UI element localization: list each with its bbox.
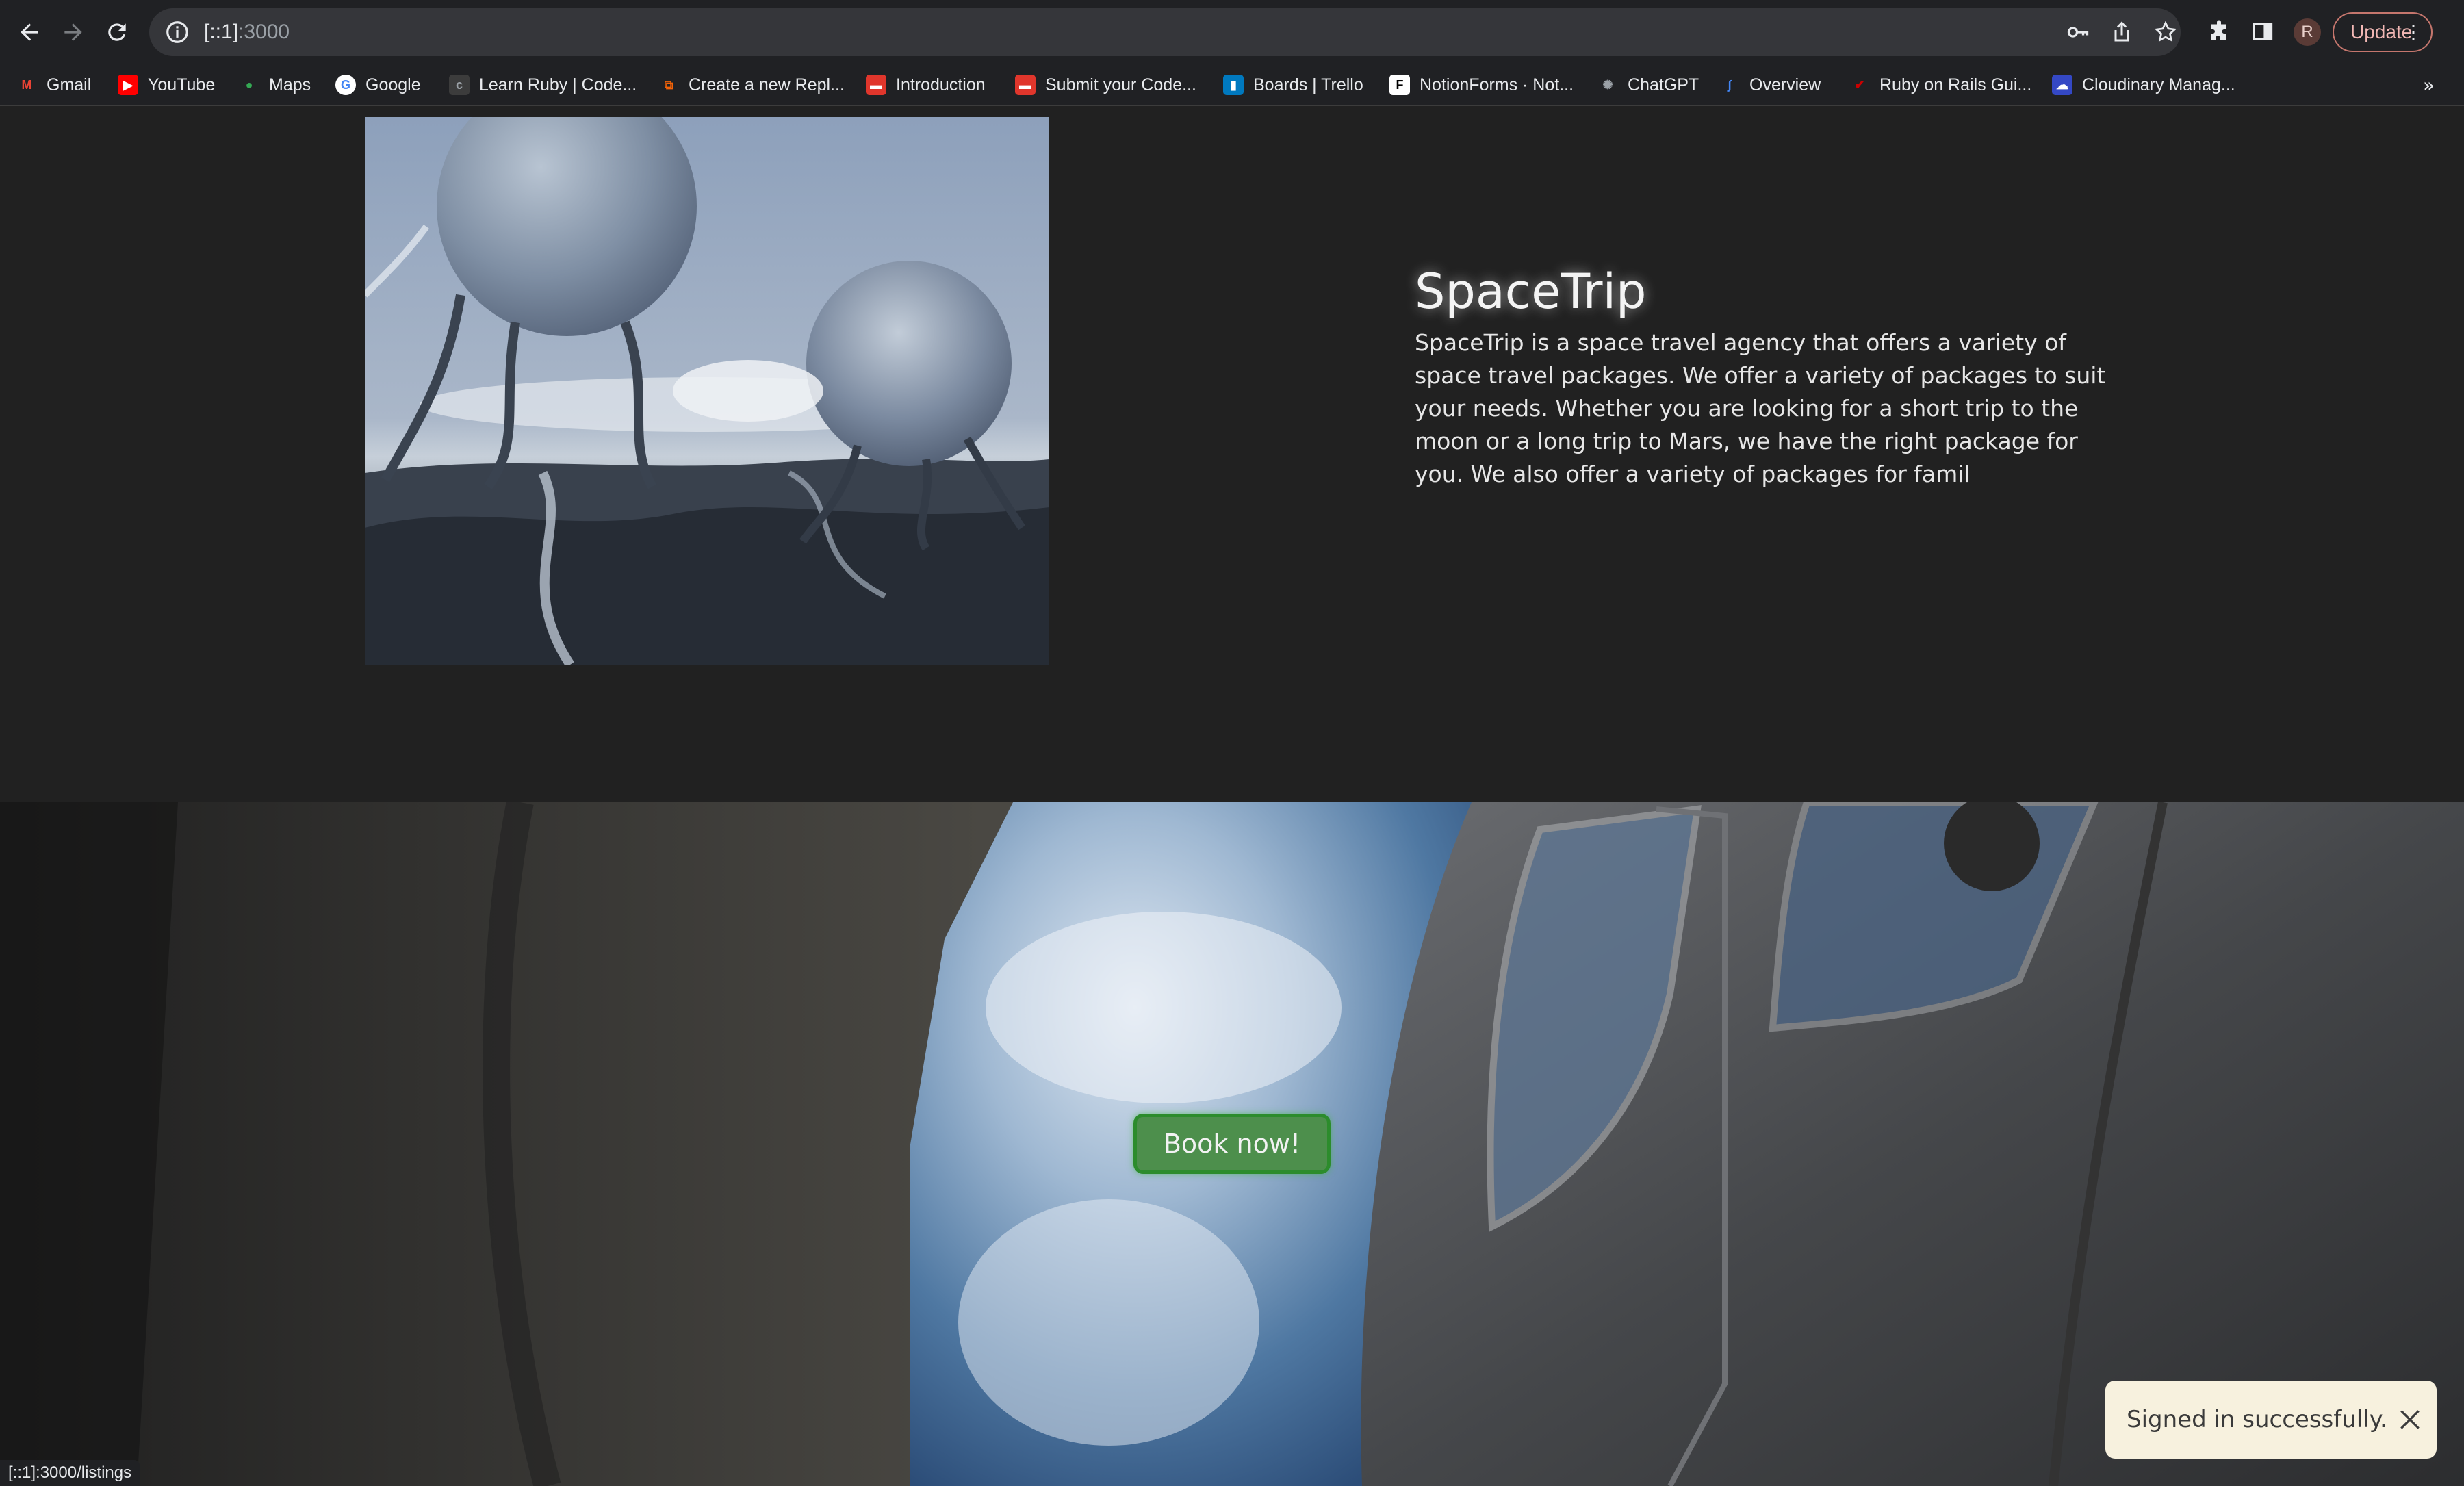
bookmarks-overflow-icon[interactable]: » — [2423, 74, 2435, 97]
trello-icon: ▮ — [1223, 75, 1244, 95]
bookmark-label: Google — [365, 75, 421, 94]
bookmark-label: Boards | Trello — [1253, 75, 1363, 94]
page-description: SpaceTrip is a space travel agency that … — [1415, 329, 2106, 487]
reload-button[interactable] — [100, 15, 134, 49]
share-icon[interactable] — [2109, 20, 2134, 44]
info-icon[interactable] — [164, 19, 190, 45]
planet-landscape-image — [365, 117, 1049, 665]
bookmark-submit-code[interactable]: ▬ Submit your Code... — [1015, 70, 1196, 100]
url-text: [::1]:3000 — [204, 8, 290, 56]
bookmarks-bar: M Gmail ▶ YouTube ● Maps G Google c Learn Rub… — [0, 64, 2464, 106]
profile-avatar[interactable]: R — [2294, 18, 2321, 46]
url-port: :3000 — [238, 21, 290, 43]
url-host: [::1] — [204, 21, 239, 43]
reload-icon — [108, 23, 126, 41]
bookmark-cloudinary[interactable]: ☁ Cloudinary Manag... — [2052, 70, 2235, 100]
bookmark-notionforms[interactable]: F NotionForms · Not... — [1389, 70, 1574, 100]
side-panel-icon — [2253, 23, 2273, 40]
notion-icon: F — [1389, 75, 1410, 95]
back-button[interactable] — [12, 15, 47, 49]
booking-banner: Book now! — [0, 802, 2464, 1486]
bookmark-label: YouTube — [148, 75, 216, 94]
puzzle-icon — [2211, 20, 2226, 40]
bookmark-label: Introduction — [896, 75, 986, 94]
overview-icon: ∫ — [1728, 77, 1732, 92]
bookmark-label: Cloudinary Manag... — [2082, 75, 2235, 94]
arrow-right-icon — [64, 23, 82, 41]
bookmark-label: Ruby on Rails Gui... — [1879, 75, 2032, 94]
bookmark-label: Gmail — [47, 75, 92, 94]
replit-icon: ⧉ — [664, 77, 673, 92]
browser-toolbar: [::1]:3000 R Update ⋮ — [0, 0, 2464, 64]
openai-icon: ✺ — [1602, 77, 1613, 92]
bookmark-gmail[interactable]: M Gmail — [16, 70, 92, 100]
side-panel-button[interactable] — [2248, 16, 2278, 47]
bookmark-chatgpt[interactable]: ✺ ChatGPT — [1597, 70, 1699, 100]
bookmark-label: Maps — [269, 75, 311, 94]
forward-button[interactable] — [56, 15, 90, 49]
flash-notice: Signed in successfully. — [2105, 1381, 2437, 1459]
bookmark-overview[interactable]: ∫ Overview — [1719, 70, 1821, 100]
book-now-button[interactable]: Book now! — [1133, 1114, 1331, 1174]
bookmark-replit[interactable]: ⧉ Create a new Repl... — [658, 70, 845, 100]
bookmark-learn-ruby[interactable]: c Learn Ruby | Code... — [449, 70, 637, 100]
bookmark-trello[interactable]: ▮ Boards | Trello — [1223, 70, 1363, 100]
extensions-button[interactable] — [2204, 16, 2234, 47]
bookmark-label: Overview — [1749, 75, 1821, 94]
arrow-left-icon — [21, 23, 38, 41]
page-title: SpaceTrip — [1415, 264, 1647, 320]
google-icon: G — [335, 75, 356, 95]
update-button[interactable]: Update ⋮ — [2333, 12, 2433, 52]
bookmark-label: NotionForms · Not... — [1420, 75, 1574, 94]
bookmark-google[interactable]: G Google — [335, 70, 421, 100]
hero-section: SpaceTrip SpaceTrip is a space travel ag… — [0, 106, 2464, 802]
gmail-icon: M — [21, 77, 32, 92]
codecademy-icon: c — [449, 75, 470, 95]
update-label: Update — [2350, 21, 2413, 42]
bookmark-label: Submit your Code... — [1045, 75, 1196, 94]
close-icon[interactable] — [2397, 1407, 2423, 1433]
address-bar[interactable]: [::1]:3000 — [149, 8, 2181, 56]
microverse-icon: ▬ — [866, 75, 886, 95]
menu-dots-icon[interactable]: ⋮ — [2404, 21, 2423, 43]
rails-icon: ✔ — [1854, 77, 1865, 92]
link-status-bar: [::1]:3000/listings — [0, 1460, 140, 1486]
bookmark-maps[interactable]: ● Maps — [239, 70, 311, 100]
bookmark-rails-guides[interactable]: ✔ Ruby on Rails Gui... — [1849, 70, 2031, 100]
bookmark-label: Learn Ruby | Code... — [479, 75, 637, 94]
star-icon[interactable] — [2153, 20, 2178, 44]
flash-message: Signed in successfully. — [2127, 1406, 2387, 1433]
maps-icon: ● — [245, 77, 253, 92]
bookmark-introduction[interactable]: ▬ Introduction — [866, 70, 986, 100]
bookmark-label: ChatGPT — [1628, 75, 1699, 94]
bookmark-youtube[interactable]: ▶ YouTube — [118, 70, 215, 100]
bookmark-label: Create a new Repl... — [689, 75, 845, 94]
key-icon[interactable] — [2066, 20, 2090, 44]
youtube-icon: ▶ — [118, 75, 138, 95]
cloudinary-icon: ☁ — [2052, 75, 2072, 95]
browser-chrome: [::1]:3000 R Update ⋮ M Gmail ▶ YouTube ● Ma… — [0, 0, 2464, 106]
microverse-icon: ▬ — [1015, 75, 1036, 95]
